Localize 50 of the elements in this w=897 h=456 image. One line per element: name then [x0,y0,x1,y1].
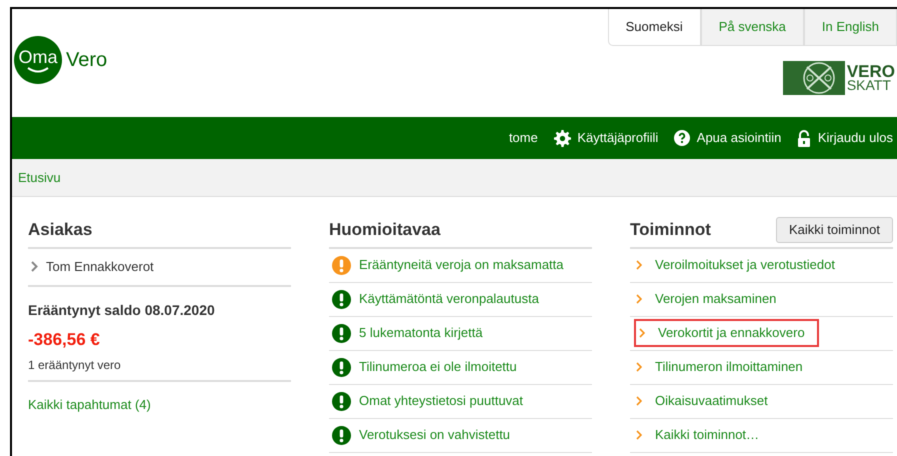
action-link[interactable]: Verokortit ja ennakkovero [636,321,817,345]
logo-badge[interactable]: Oma [14,36,62,84]
language-tab[interactable]: Suomeksi [608,9,701,46]
balance-amount: -386,56 € [28,329,101,351]
nav-link[interactable]: Kirjaudu ulos [797,128,893,148]
alert-icon [332,358,351,376]
agency-name: VERO [846,64,895,80]
chevron-icon [636,430,642,440]
notice-link[interactable]: Verotuksesi on vahvistettu [329,418,592,452]
action-link[interactable]: Veroilmoitukset ja verotustiedot [636,255,835,275]
chevron-icon [31,261,38,272]
nav-link[interactable]: Apua asiointiin [674,128,782,148]
balance-title: Erääntynyt saldo 08.07.2020 [28,300,216,320]
chevron-icon [636,396,642,406]
action-link[interactable]: Verojen maksaminen [636,289,776,309]
transactions-link[interactable]: Kaikki tapahtumat (4) [28,395,151,415]
balance-note: 1 erääntynyt vero [28,356,122,374]
chevron-icon [639,328,645,338]
language-tab[interactable]: In English [804,9,897,46]
emblem-icon [782,61,845,95]
lock-icon [797,130,812,146]
all-actions-button[interactable]: Kaikki toiminnot [776,217,893,242]
customer-link[interactable]: Tom Ennakkoverot [28,248,291,286]
notice-link[interactable]: Käyttämätöntä veronpalautusta [329,282,592,316]
notice-link[interactable]: Omat yhteystietosi puuttuvat [329,384,592,418]
gear-icon [554,130,571,146]
section-heading: Huomioitavaa [329,219,440,241]
alert-icon [332,290,351,308]
notice-link[interactable]: Tilinumeroa ei ole ilmoitettu [329,350,592,384]
language-tab[interactable]: På svenska [700,9,804,46]
alert-icon [332,392,351,410]
chevron-icon [636,294,642,304]
alert-icon [332,256,351,274]
logo-text[interactable]: Vero [66,45,108,75]
notice-link[interactable]: Erääntyneitä veroja on maksamatta [329,248,592,282]
section-heading: Asiakas [28,219,92,241]
chevron-icon [636,260,642,270]
action-link[interactable]: Oikaisuvaatimukset [636,391,768,411]
nav-link[interactable]: Käyttäjäprofiili [554,128,658,148]
help-icon [674,130,690,146]
breadcrumb-link[interactable]: Etusivu [18,168,61,188]
action-link[interactable]: Kaikki toiminnot… [636,425,760,445]
nav-link[interactable]: tome [508,128,538,148]
alert-icon [332,426,351,444]
chevron-icon [636,362,642,372]
agency-name: SKATT [846,79,891,92]
section-heading: Toiminnot [630,219,711,241]
alert-icon [332,324,351,342]
action-link[interactable]: Tilinumeron ilmoittaminen [636,357,803,377]
notice-link[interactable]: 5 lukematonta kirjettä [329,316,592,350]
